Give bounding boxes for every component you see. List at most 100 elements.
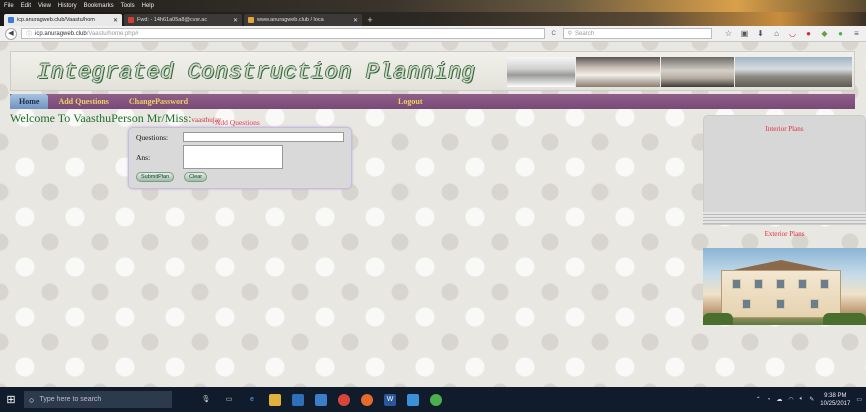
word-icon[interactable]: W <box>384 393 396 406</box>
pocket-icon[interactable]: ◡ <box>788 29 797 38</box>
tab-phpmyadmin[interactable]: www.anuragweb.club / loca ✕ <box>244 14 362 26</box>
house-window <box>820 279 829 289</box>
bookmark-star-icon[interactable]: ☆ <box>724 29 733 38</box>
browser-tabbar: icp.anuragweb.club/Vaastu/hom ✕ Fwd: - 1… <box>0 12 866 26</box>
system-tray: ⌃ ◔ ☁ ◠ 🔈︎ ✎ 9:38 PM 10/25/2017 ▭ <box>756 392 862 408</box>
download-icon[interactable]: ⬇ <box>756 29 765 38</box>
chrome-icon[interactable] <box>338 393 350 406</box>
screen: File Edit View History Bookmarks Tools H… <box>0 0 866 412</box>
house-facade <box>721 270 841 318</box>
cloud-icon[interactable]: ☁ <box>776 396 782 403</box>
new-tab-icon[interactable]: + <box>364 14 376 26</box>
plans-sidebar: Interior Plans Exterior Plans <box>703 115 866 325</box>
mail-favicon-icon <box>128 17 134 23</box>
clipboard-icon[interactable]: ▣ <box>740 29 749 38</box>
exterior-plan-image[interactable] <box>703 248 866 325</box>
site-banner: Integrated Construction Planning <box>10 51 855 91</box>
answer-textarea[interactable] <box>183 145 283 169</box>
url-bar[interactable]: ⓘ icp.anuragweb.club/Vaastu/home.php# <box>21 28 545 39</box>
tab-label: icp.anuragweb.club/Vaastu/hom <box>17 17 95 23</box>
add-question-form: Questions: Ans: SubmitPlan Clear <box>128 127 352 189</box>
windows-start-icon[interactable]: ⊞ <box>4 393 18 407</box>
banner-photo-living-room <box>575 57 660 87</box>
clock-date: 10/25/2017 <box>820 400 851 407</box>
submit-plan-button[interactable]: SubmitPlan <box>136 172 175 182</box>
task-view-icon[interactable]: ▭ <box>223 394 235 406</box>
search-icon: ⚲ <box>567 31 573 37</box>
close-tab-icon[interactable]: ✕ <box>353 17 358 24</box>
photos-icon[interactable] <box>407 393 419 406</box>
tab-gmail[interactable]: Fwd: - 14h61a05a8@cvsr.ac ✕ <box>124 14 242 26</box>
firefox-icon[interactable] <box>361 393 373 406</box>
info-icon[interactable]: ⓘ <box>26 29 32 38</box>
reload-icon[interactable]: C <box>549 31 559 37</box>
nav-change-password[interactable]: ChangePassword <box>119 97 198 106</box>
house-window <box>732 279 741 289</box>
tray-chevron-icon[interactable]: ⌃ <box>756 396 761 403</box>
microphone-icon[interactable]: 🎙︎ <box>200 394 212 406</box>
tab-vaastu-home[interactable]: icp.anuragweb.club/Vaastu/hom ✕ <box>4 14 122 26</box>
banner-photo-kitchen <box>507 57 575 87</box>
menu-view[interactable]: View <box>38 3 51 9</box>
adblock-icon[interactable]: ● <box>804 29 813 38</box>
menu-help[interactable]: Help <box>142 3 154 9</box>
house-window <box>798 279 807 289</box>
pen-icon[interactable]: ✎ <box>809 396 814 403</box>
clear-button[interactable]: Clear <box>184 172 208 182</box>
close-tab-icon[interactable]: ✕ <box>113 17 118 24</box>
tab-label: Fwd: - 14h61a05a8@cvsr.ac <box>137 17 208 23</box>
nav-logout[interactable]: Logout <box>388 97 432 106</box>
toolbar-icons: ☆ ▣ ⬇ ⌂ ◡ ● ◆ ● ≡ <box>724 29 861 38</box>
browser-search-placeholder: Search <box>575 30 595 37</box>
url-host: icp.anuragweb.club <box>35 30 87 37</box>
cortana-circle-icon: ○ <box>29 394 35 405</box>
house-window <box>742 299 751 309</box>
house-window <box>776 279 785 289</box>
hamburger-menu-icon[interactable]: ≡ <box>852 29 861 38</box>
edge-browser-icon[interactable]: e <box>246 394 258 406</box>
file-explorer-icon[interactable] <box>269 393 281 406</box>
clock-time: 9:38 PM <box>824 392 847 399</box>
network-icon[interactable]: ◔ <box>767 397 771 403</box>
taskbar-search-placeholder: Type here to search <box>39 396 102 403</box>
main-nav: Home Add Questions ChangePassword Logout <box>10 94 855 109</box>
question-label: Questions: <box>136 133 169 142</box>
banner-photo-exterior <box>735 57 852 87</box>
welcome-message: Welcome To VaasthuPerson Mr/Miss:vaasthu… <box>10 111 221 126</box>
windows-taskbar: ⊞ ○ Type here to search 🎙︎ ▭ e W ⌃ ◔ ☁ ◠… <box>0 387 866 412</box>
menu-edit[interactable]: Edit <box>21 3 31 9</box>
page-content: Integrated Construction Planning Home Ad… <box>0 42 866 387</box>
tab-label: www.anuragweb.club / loca <box>257 17 324 23</box>
menu-file[interactable]: File <box>4 3 14 9</box>
volume-icon[interactable]: 🔈︎ <box>800 396 804 403</box>
taskbar-apps: 🎙︎ ▭ e W <box>200 393 442 406</box>
taskbar-clock[interactable]: 9:38 PM 10/25/2017 <box>820 392 850 408</box>
nav-home[interactable]: Home <box>10 94 49 109</box>
browser-navbar: ◀ ⓘ icp.anuragweb.club/Vaastu/home.php# … <box>0 26 866 42</box>
nav-add-questions[interactable]: Add Questions <box>48 97 118 106</box>
browser-search-input[interactable]: ⚲ Search <box>562 28 712 39</box>
wifi-icon[interactable]: ◠ <box>788 396 793 403</box>
exterior-plans-heading[interactable]: Exterior Plans <box>703 230 866 238</box>
site-title: Integrated Construction Planning <box>37 60 476 85</box>
home-icon[interactable]: ⌂ <box>772 29 781 38</box>
menu-history[interactable]: History <box>58 3 77 9</box>
store-icon[interactable] <box>292 393 304 406</box>
db-favicon-icon <box>248 17 254 23</box>
close-tab-icon[interactable]: ✕ <box>233 17 238 24</box>
question-input[interactable] <box>183 132 344 142</box>
extension-icon[interactable]: ◆ <box>820 29 829 38</box>
mail-app-icon[interactable] <box>315 393 327 406</box>
menu-bookmarks[interactable]: Bookmarks <box>84 3 114 9</box>
menu-tools[interactable]: Tools <box>121 3 135 9</box>
browser-menubar: File Edit View History Bookmarks Tools H… <box>0 0 866 12</box>
welcome-text: Welcome To VaasthuPerson Mr/Miss: <box>10 111 192 125</box>
sync-icon[interactable]: ● <box>836 29 845 38</box>
notifications-icon[interactable]: ▭ <box>856 396 862 403</box>
house-window <box>754 279 763 289</box>
back-arrow-icon[interactable]: ◀ <box>5 27 17 40</box>
app-icon[interactable] <box>430 393 442 406</box>
taskbar-search-input[interactable]: ○ Type here to search <box>24 391 172 408</box>
interior-plans-heading[interactable]: Interior Plans <box>703 125 866 133</box>
interior-plan-image <box>703 212 866 224</box>
